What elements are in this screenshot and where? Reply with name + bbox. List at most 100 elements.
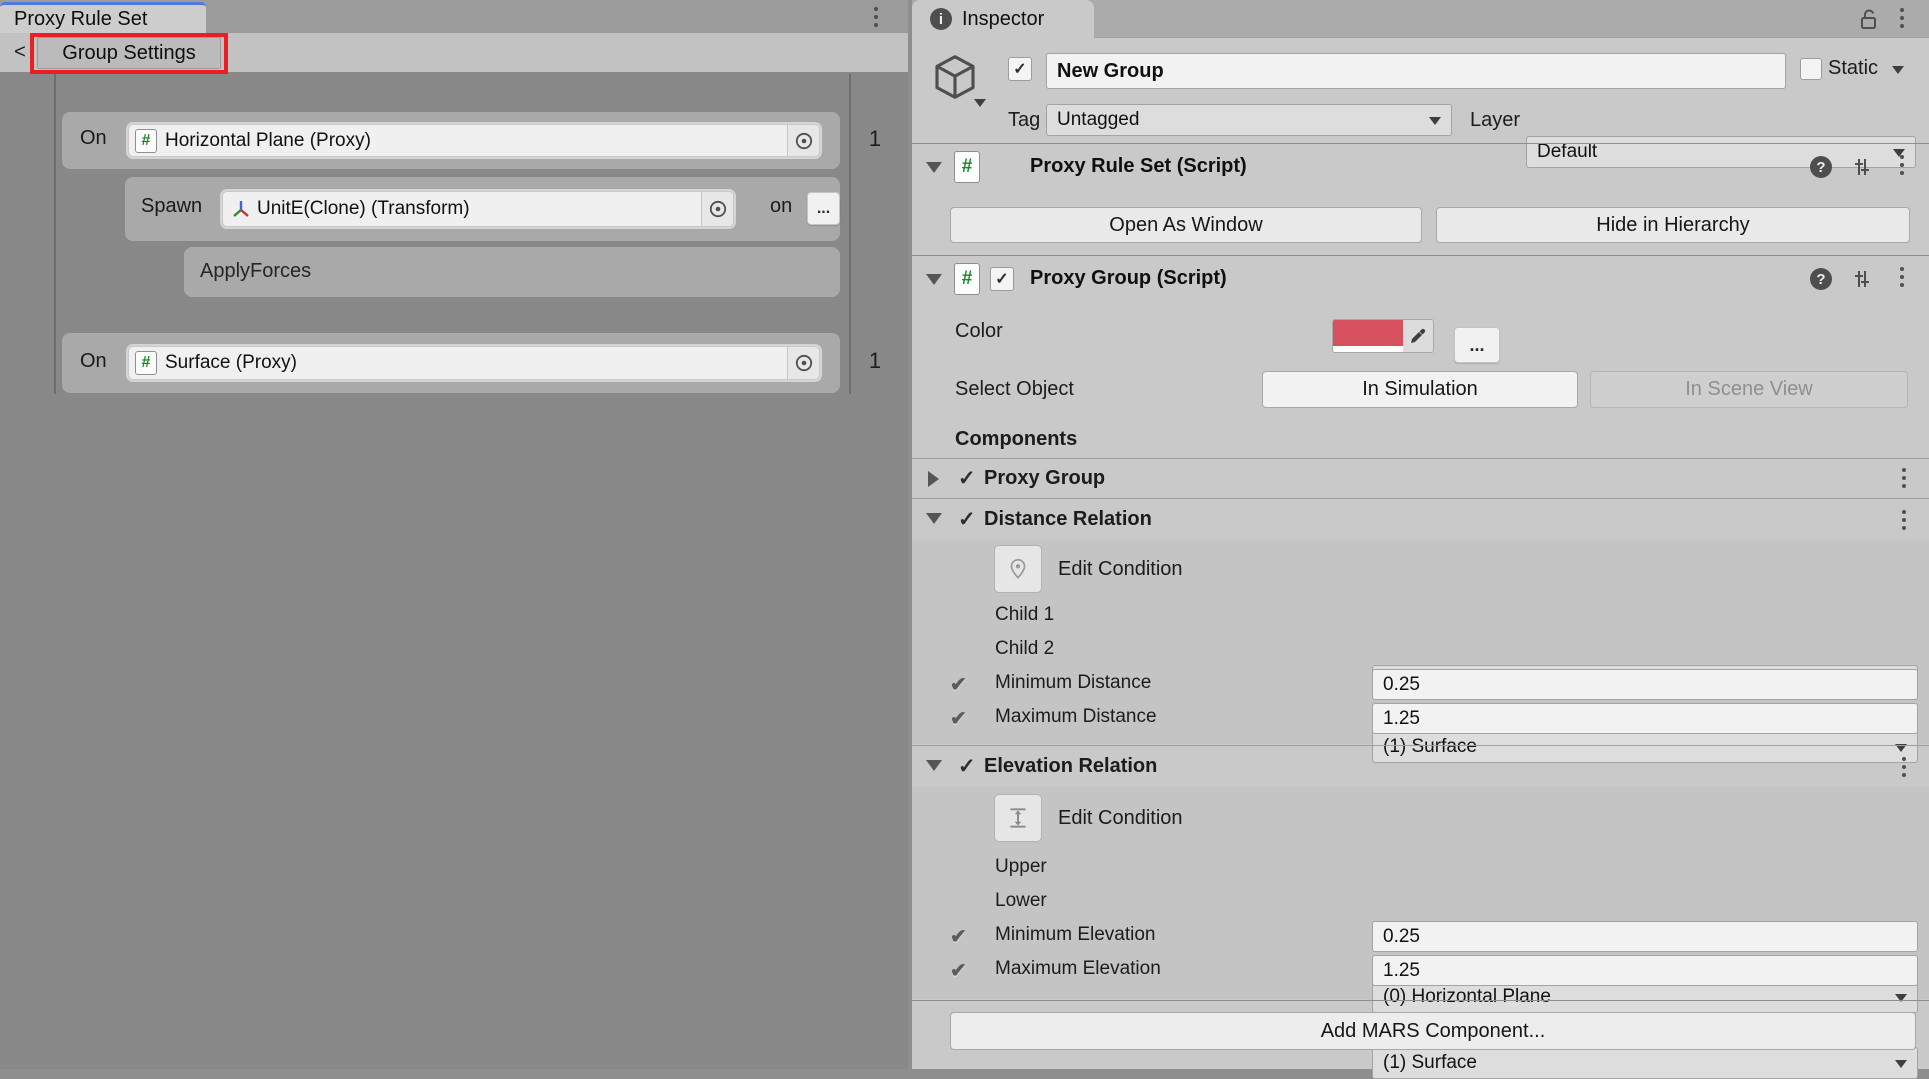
- enabled-check-icon[interactable]: ✓: [958, 466, 976, 491]
- foldout-closed-icon[interactable]: [928, 471, 939, 487]
- help-icon[interactable]: ?: [1810, 156, 1832, 178]
- in-scene-view-button[interactable]: In Scene View: [1590, 371, 1908, 408]
- subcomponent-title: Distance Relation: [984, 508, 1152, 531]
- upper-label: Upper: [995, 856, 1047, 878]
- presets-icon[interactable]: [1850, 267, 1874, 291]
- check-mark: ✓: [1013, 59, 1026, 79]
- color-field[interactable]: [1332, 319, 1434, 353]
- in-scene-view-label: In Scene View: [1685, 378, 1813, 401]
- component-enabled-checkbox[interactable]: ✓: [990, 267, 1014, 291]
- in-simulation-button[interactable]: In Simulation: [1262, 371, 1578, 408]
- inspector-menu-icon[interactable]: [1900, 8, 1904, 28]
- foldout-open-icon[interactable]: [926, 760, 942, 771]
- min-distance-field[interactable]: 0.25: [1372, 669, 1918, 700]
- icon-picker-arrow[interactable]: [974, 99, 986, 107]
- hide-in-hierarchy-button[interactable]: Hide in Hierarchy: [1436, 207, 1910, 243]
- lower-dropdown[interactable]: (1) Surface: [1372, 1047, 1918, 1079]
- tag-dropdown[interactable]: Untagged: [1046, 104, 1452, 136]
- subcomponent-menu-icon[interactable]: [1902, 468, 1906, 488]
- static-dropdown-arrow[interactable]: [1892, 66, 1904, 74]
- component-title: Proxy Group (Script): [1030, 267, 1227, 290]
- distance-edit-condition-button[interactable]: [994, 545, 1042, 593]
- object-picker-button[interactable]: [787, 125, 819, 156]
- max-distance-field[interactable]: 1.25: [1372, 703, 1918, 734]
- subcomponent-title: Elevation Relation: [984, 755, 1157, 778]
- script-icon: #: [135, 129, 157, 153]
- max-elevation-toggle[interactable]: ✔: [950, 958, 967, 983]
- color-label: Color: [955, 320, 1003, 343]
- action-label: ApplyForces: [200, 260, 311, 283]
- proxy-object-field[interactable]: # Surface (Proxy): [128, 346, 820, 380]
- active-checkbox[interactable]: ✓: [1008, 57, 1032, 81]
- help-icon[interactable]: ?: [1810, 268, 1832, 290]
- proxy-object-field[interactable]: # Horizontal Plane (Proxy): [128, 124, 820, 157]
- name-field[interactable]: New Group: [1046, 53, 1786, 89]
- in-simulation-label: In Simulation: [1362, 378, 1478, 401]
- foldout-open-icon[interactable]: [926, 162, 942, 173]
- tag-label: Tag: [1008, 109, 1040, 132]
- foldout-open-icon[interactable]: [926, 274, 942, 285]
- subcomponent-proxy-group[interactable]: ✓ Proxy Group: [912, 458, 1929, 498]
- enabled-check-icon[interactable]: ✓: [958, 507, 976, 532]
- component-header-proxy-rule-set[interactable]: # Proxy Rule Set (Script) ?: [912, 144, 1929, 190]
- group-settings-label: Group Settings: [62, 42, 195, 65]
- add-mars-component-button[interactable]: Add MARS Component...: [950, 1012, 1916, 1050]
- component-menu-icon[interactable]: [1900, 267, 1904, 287]
- static-label: Static: [1828, 57, 1878, 80]
- lower-value: (1) Surface: [1383, 1052, 1477, 1074]
- max-distance-toggle[interactable]: ✔: [950, 706, 967, 731]
- tag-value: Untagged: [1057, 109, 1139, 131]
- rule-row-horizontal-plane: On # Horizontal Plane (Proxy): [62, 112, 840, 169]
- presets-icon[interactable]: [1850, 155, 1874, 179]
- gameobject-cube-icon[interactable]: [928, 50, 982, 104]
- enabled-check-icon[interactable]: ✓: [958, 754, 976, 779]
- picker-icon: [793, 130, 815, 152]
- elevation-edit-condition-button[interactable]: [994, 794, 1042, 842]
- eyedropper-icon: [1408, 326, 1428, 346]
- open-as-window-label: Open As Window: [1109, 214, 1262, 237]
- subcomponent-distance-relation[interactable]: ✓ Distance Relation: [912, 498, 1929, 540]
- object-picker-button[interactable]: [701, 192, 733, 226]
- object-picker-button[interactable]: [787, 347, 819, 379]
- indent-guide-line: [54, 74, 56, 394]
- left-toolbar: < Group Settings: [0, 33, 908, 72]
- subcomponent-elevation-relation[interactable]: ✓ Elevation Relation: [912, 745, 1929, 787]
- color-more-button[interactable]: ...: [1454, 327, 1500, 363]
- tab-label: Proxy Rule Set: [14, 8, 147, 31]
- spawn-object-value: UnitE(Clone) (Transform): [257, 198, 701, 220]
- subcomponent-menu-icon[interactable]: [1902, 510, 1906, 530]
- static-checkbox[interactable]: [1800, 58, 1822, 80]
- script-icon: #: [954, 151, 980, 183]
- proxy-object-value: Horizontal Plane (Proxy): [165, 130, 787, 152]
- max-elevation-field[interactable]: 1.25: [1372, 955, 1918, 986]
- back-button[interactable]: <: [8, 33, 32, 72]
- location-pin-icon: [1005, 556, 1031, 582]
- rule-count: 1: [860, 348, 890, 374]
- subcomponent-menu-icon[interactable]: [1902, 757, 1906, 777]
- transform-icon: [231, 199, 251, 219]
- max-distance-value: 1.25: [1383, 708, 1420, 730]
- open-as-window-button[interactable]: Open As Window: [950, 207, 1422, 243]
- script-icon: #: [135, 351, 157, 375]
- spawn-row: Spawn UnitE(Clone) (Transform) on ...: [125, 177, 840, 241]
- proxy-rule-set-panel: Proxy Rule Set < Group Settings On # Hor…: [0, 0, 908, 1069]
- action-row-applyforces[interactable]: ApplyForces: [184, 247, 840, 297]
- color-swatch[interactable]: [1333, 320, 1403, 352]
- tab-inspector[interactable]: i Inspector: [912, 0, 1094, 38]
- min-elevation-field[interactable]: 0.25: [1372, 921, 1918, 952]
- inspector-tab-bar: i Inspector: [912, 0, 1929, 38]
- tab-proxy-rule-set[interactable]: Proxy Rule Set: [0, 2, 206, 33]
- group-settings-button[interactable]: Group Settings: [37, 37, 221, 69]
- spawn-more-button[interactable]: ...: [807, 192, 840, 225]
- panel-menu-icon[interactable]: [874, 7, 878, 27]
- component-menu-icon[interactable]: [1900, 155, 1904, 175]
- min-elevation-toggle[interactable]: ✔: [950, 924, 967, 949]
- eyedropper-button[interactable]: [1403, 320, 1433, 352]
- unlock-icon[interactable]: [1857, 8, 1881, 32]
- component-header-proxy-group[interactable]: # ✓ Proxy Group (Script) ?: [912, 256, 1929, 302]
- more-label: ...: [1469, 335, 1484, 356]
- upper-value: (0) Horizontal Plane: [1383, 986, 1551, 1008]
- min-distance-toggle[interactable]: ✔: [950, 672, 967, 697]
- foldout-open-icon[interactable]: [926, 513, 942, 524]
- spawn-object-field[interactable]: UnitE(Clone) (Transform): [222, 191, 734, 227]
